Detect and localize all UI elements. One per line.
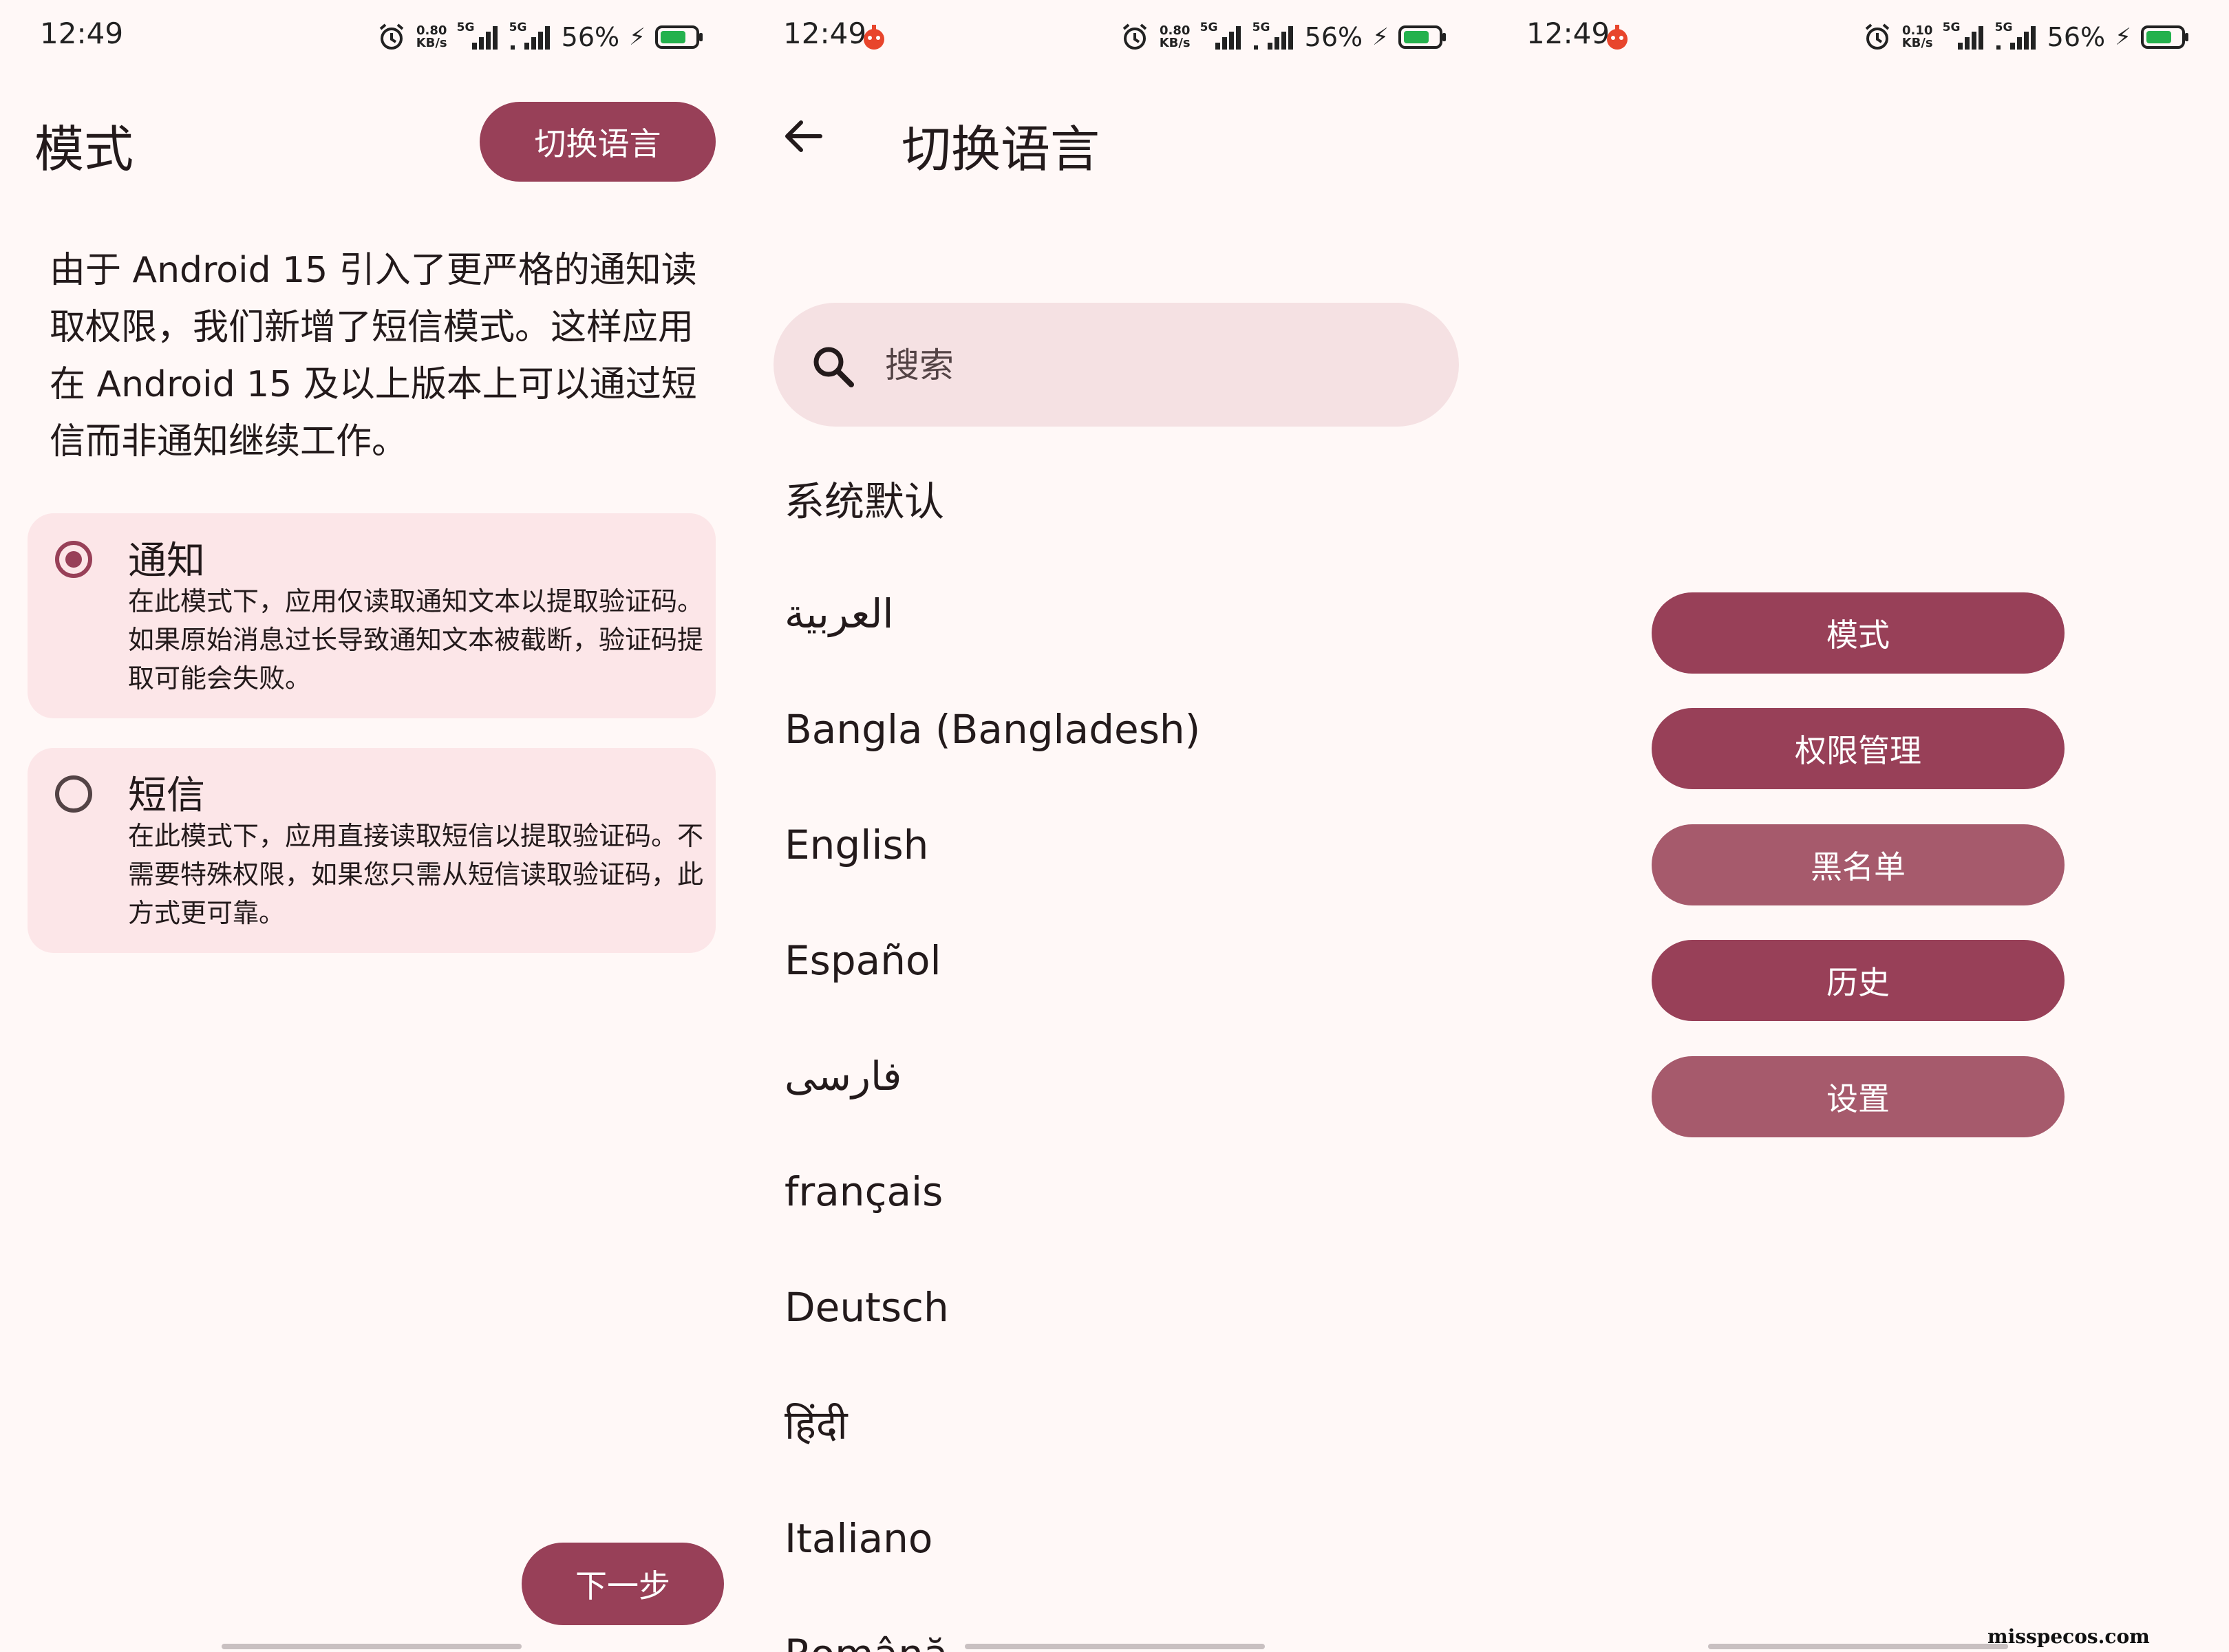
mode-option-title: 短信 xyxy=(128,773,205,818)
status-icons: 0.10 KB/s 5G 5G 56% ⚡ xyxy=(1862,18,2189,56)
gesture-bar[interactable] xyxy=(1708,1644,2008,1649)
page-title: 切换语言 xyxy=(902,120,1100,178)
language-item[interactable]: English xyxy=(785,787,1473,903)
language-item[interactable]: français xyxy=(785,1134,1473,1249)
menu-screen: 12:49 0.10 KB/s 5G 5G 56% ⚡ 模式 权限管理 黑名单 历… xyxy=(1486,0,2229,1652)
language-list: 系统默认 العربية Bangla (Bangladesh) English… xyxy=(785,440,1473,1652)
alarm-icon xyxy=(1865,23,1889,50)
switch-language-button[interactable]: 切换语言 xyxy=(480,102,716,182)
status-icons: 0.80 KB/s 5G 5G 56% ⚡ xyxy=(1120,18,1447,56)
mode-option-description: 在此模式下，应用仅读取通知文本以提取验证码。如果原始消息过长导致通知文本被截断，… xyxy=(128,586,704,694)
language-item[interactable]: Italiano xyxy=(785,1481,1473,1596)
charging-icon: ⚡ xyxy=(2115,23,2131,51)
status-icons: 0.80 KB/s 5G 5G 56% ⚡ xyxy=(376,18,703,56)
mode-description: 由于 Android 15 引入了更严格的通知读取权限，我们新增了短信模式。这样… xyxy=(50,250,697,462)
signal-icon-2: 5G xyxy=(1252,21,1295,52)
blacklist-button[interactable]: 黑名单 xyxy=(1652,824,2065,905)
language-screen: 12:49 0.80KB/s 5G 5G 56% ⚡ 切换语言 系统默认 الع… xyxy=(743,0,1486,1652)
battery-percent: 56% xyxy=(561,22,620,52)
settings-button[interactable]: 设置 xyxy=(1652,1056,2065,1137)
search-icon xyxy=(813,347,854,387)
battery-percent: 56% xyxy=(1304,22,1363,52)
language-item[interactable]: Deutsch xyxy=(785,1249,1473,1365)
charging-icon: ⚡ xyxy=(1372,23,1389,51)
language-item[interactable]: العربية xyxy=(785,556,1473,672)
battery-icon xyxy=(1398,25,1446,49)
network-speed: 0.80 KB/s xyxy=(1159,23,1191,50)
gesture-bar[interactable] xyxy=(222,1644,522,1649)
mode-option-sms[interactable]: 短信 在此模式下，应用直接读取短信以提取验证码。不需要特殊权限，如果您只需从短信… xyxy=(28,748,716,953)
signal-icon: 5G xyxy=(1200,21,1243,52)
language-item[interactable]: हिंदी xyxy=(785,1365,1473,1481)
language-item[interactable]: 系统默认 xyxy=(785,440,1473,556)
signal-icon-2: 5G xyxy=(1995,21,2038,52)
page-title: 模式 xyxy=(34,120,134,178)
status-bar: 12:49 0.10 KB/s 5G 5G 56% ⚡ xyxy=(1486,0,2229,76)
next-button[interactable]: 下一步 xyxy=(522,1543,724,1625)
status-time: 12:49 xyxy=(40,17,124,50)
status-time: 12:49 xyxy=(783,17,867,50)
charging-icon: ⚡ xyxy=(629,23,646,51)
signal-icon: 5G xyxy=(457,21,500,52)
mode-option-description: 在此模式下，应用直接读取短信以提取验证码。不需要特殊权限，如果您只需从短信读取验… xyxy=(128,821,704,928)
alarm-icon xyxy=(379,23,403,50)
permission-management-button[interactable]: 权限管理 xyxy=(1652,708,2065,789)
mode-option-title: 通知 xyxy=(128,539,205,583)
app-notification-icon xyxy=(864,25,884,50)
watermark: misspecos.com xyxy=(1987,1625,2150,1648)
mode-option-notification[interactable]: 通知 在此模式下，应用仅读取通知文本以提取验证码。如果原始消息过长导致通知文本被… xyxy=(28,513,716,718)
search-bar[interactable] xyxy=(774,303,1459,428)
back-arrow-icon[interactable] xyxy=(776,109,831,164)
mode-button[interactable]: 模式 xyxy=(1652,592,2065,674)
history-button[interactable]: 历史 xyxy=(1652,940,2065,1021)
signal-icon-2: 5G xyxy=(509,21,552,52)
battery-icon xyxy=(655,25,703,49)
battery-percent: 56% xyxy=(2047,22,2106,52)
language-item[interactable]: Español xyxy=(785,903,1473,1018)
status-bar: 12:49 0.80 KB/s 5G 5G 56% ⚡ xyxy=(743,0,1486,76)
status-bar: 12:49 0.80 KB/s 5G 5G 56% ⚡ xyxy=(0,0,743,76)
status-time: 12:49 xyxy=(1526,17,1610,50)
language-item[interactable]: Bangla (Bangladesh) xyxy=(785,672,1473,787)
radio-unselected[interactable] xyxy=(55,775,92,813)
battery-icon xyxy=(2141,25,2188,49)
mode-screen: 12:49 0.80 KB/s 5G 5G 56% ⚡ 模式 切换语言 由于 An… xyxy=(0,0,743,1652)
gesture-bar[interactable] xyxy=(965,1644,1265,1649)
language-item[interactable]: فارسی xyxy=(785,1018,1473,1134)
signal-icon: 5G xyxy=(1943,21,1985,52)
network-speed: 0.80 KB/s xyxy=(416,23,447,50)
radio-selected[interactable] xyxy=(55,541,92,578)
alarm-icon xyxy=(1122,23,1147,50)
search-input[interactable] xyxy=(884,303,1437,428)
network-speed: 0.10 KB/s xyxy=(1901,23,1933,50)
app-notification-icon xyxy=(1607,25,1628,50)
